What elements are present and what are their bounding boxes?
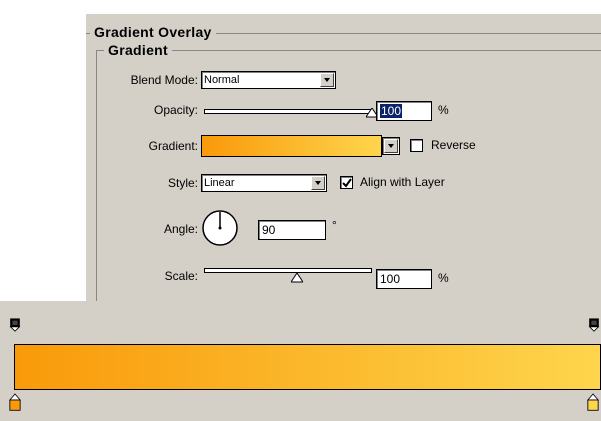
align-with-layer-checkbox[interactable] [340,176,353,189]
opacity-value: 100 [380,104,403,118]
checkmark-icon [342,178,352,188]
panel-title: Gradient Overlay [90,24,216,40]
blend-mode-value: Normal [204,74,240,86]
opacity-label: Opacity: [153,103,198,117]
gradient-overlay-panel: Gradient Overlay Gradient Blend Mode: No… [86,14,601,301]
align-with-layer-label: Align with Layer [360,175,445,189]
opacity-stop-icon[interactable] [588,318,600,332]
scale-slider-track[interactable] [204,268,372,273]
opacity-stop-icon[interactable] [9,318,21,332]
reverse-checkbox[interactable] [410,139,423,152]
scale-unit: % [438,271,449,285]
opacity-unit: % [438,103,449,117]
chevron-down-icon[interactable] [311,176,325,190]
gradient-picker-swatch[interactable] [201,135,382,157]
color-stop-icon[interactable] [587,391,599,421]
scale-label: Scale: [164,269,198,283]
group-title: Gradient [104,42,172,58]
chevron-down-icon[interactable] [320,73,334,87]
style-label: Style: [167,176,198,190]
chevron-down-icon[interactable] [384,139,398,153]
angle-unit: ° [332,218,337,232]
angle-input[interactable]: 90 [258,220,326,240]
angle-value: 90 [262,223,276,237]
scale-input[interactable]: 100 [376,269,432,289]
color-stop-icon[interactable] [9,391,21,421]
opacity-slider-track[interactable] [204,109,372,114]
scale-slider-thumb[interactable] [291,273,303,283]
style-select[interactable]: Linear [201,174,327,192]
opacity-input[interactable]: 100 [376,101,432,121]
gradient-preview-bar[interactable] [14,344,601,390]
gradient-dropdown-button[interactable] [382,137,400,155]
gradient-label: Gradient: [148,139,198,153]
style-value: Linear [204,177,235,189]
reverse-label: Reverse [431,138,476,152]
blend-mode-select[interactable]: Normal [201,71,336,89]
angle-label: Angle: [163,222,198,236]
blend-mode-label: Blend Mode: [130,73,198,87]
scale-value: 100 [380,272,401,286]
angle-dial[interactable] [202,210,238,246]
